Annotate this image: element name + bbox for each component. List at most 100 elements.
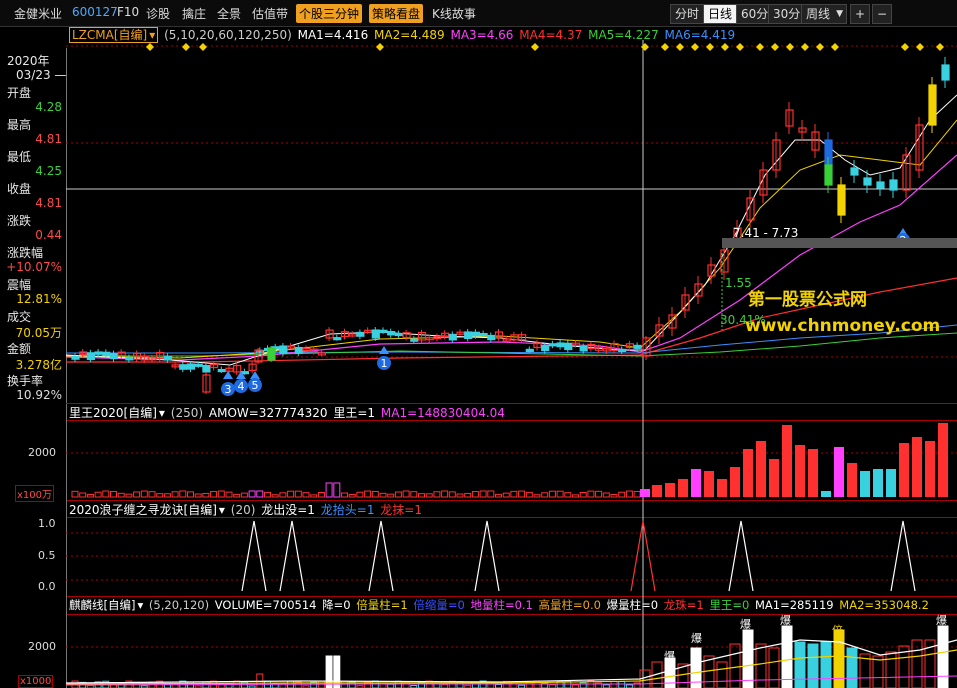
panel2-bar (402, 490, 410, 498)
panel4-bar (794, 641, 806, 688)
candle-body (824, 164, 833, 186)
panel2-bar (364, 490, 372, 498)
panel2-bar (602, 492, 610, 498)
panel2-bar (125, 493, 133, 498)
panel2-bar (333, 482, 341, 498)
candle-body (202, 364, 211, 373)
panel2-bar (317, 492, 325, 498)
panel2-bar (925, 441, 935, 497)
candlesticks (71, 57, 950, 394)
panel2-bar (394, 491, 402, 498)
panel2-bar (821, 491, 831, 497)
candle-body (633, 344, 642, 349)
candle-body (410, 338, 419, 342)
panel2-bar (187, 491, 194, 498)
panel4-bar (833, 629, 845, 688)
panel2-bar (456, 493, 464, 498)
candle-body (102, 351, 111, 357)
panel4-bar (441, 683, 449, 688)
panel2-bar (163, 493, 171, 498)
panel2-bar (356, 491, 364, 498)
panel4-bar (781, 625, 793, 688)
panel2-bar (886, 469, 896, 497)
panel2-bar (418, 493, 425, 498)
panel2-bar (341, 492, 348, 498)
panel2-bar (410, 491, 418, 498)
panel2-bar (148, 491, 156, 498)
panel2-bar (79, 492, 87, 498)
panel2-bar (912, 437, 922, 497)
panel2-bar (371, 490, 379, 498)
signal-marker-4[interactable]: 4 (234, 371, 248, 393)
candle-body (356, 331, 365, 337)
panel2-bar (633, 490, 641, 498)
panel2-bar (618, 491, 626, 498)
panel2-bar (487, 490, 495, 498)
panel2-bar (533, 494, 541, 498)
panel2-bar (225, 491, 233, 498)
chart-canvas[interactable]: 1 2 3 4 5 (0, 0, 957, 688)
candle-body (94, 351, 103, 355)
panel2-bar (847, 463, 857, 497)
panel2-bar (233, 493, 241, 498)
bao-tag: 爆 (936, 614, 947, 627)
panel4-bar (618, 680, 626, 688)
panel2-bar (240, 492, 248, 498)
panel4-bar (872, 655, 884, 688)
candle-body (86, 352, 96, 361)
panel2-bar (873, 469, 883, 497)
panel2-bar (860, 471, 870, 497)
candle-body (109, 352, 119, 360)
watermark-url: www.chnmoney.com (745, 316, 941, 336)
candle-body (579, 345, 588, 352)
panel2-bar (691, 469, 701, 497)
panel2-bar (938, 423, 948, 497)
panel2-bar (441, 490, 449, 498)
candle-body (487, 334, 496, 341)
panel4-bar (495, 684, 502, 688)
panel2-bar (665, 483, 675, 497)
panel4-bar (768, 647, 780, 688)
panel2-bar (94, 491, 102, 498)
panel2-bar (769, 459, 779, 497)
panel2-bar (556, 490, 564, 498)
panel2-bar (387, 493, 395, 498)
bao-tag: 爆 (740, 618, 751, 631)
candle-body (863, 177, 872, 186)
marker-label-5: 5 (252, 379, 259, 392)
panel4-bar (716, 661, 728, 688)
panel2-bar (171, 491, 179, 498)
panel4-bar (846, 647, 858, 688)
panel2-bar (448, 491, 456, 498)
marker-label-1: 1 (381, 357, 388, 370)
candle-body (387, 330, 396, 336)
panel2-bar (730, 467, 740, 497)
panel2-bar (782, 425, 792, 497)
panel4-bar (394, 680, 402, 688)
panel2-bar (678, 479, 688, 497)
panel2-bar (548, 490, 556, 498)
panel2-bar (248, 490, 256, 498)
panel2-bar (264, 491, 271, 498)
panel4-bar (885, 651, 897, 688)
panel2-bar (834, 447, 844, 497)
panel2-bar (202, 492, 210, 498)
marker-label-3: 3 (225, 383, 232, 396)
panel2-bar (717, 479, 727, 497)
bao-tag: 爆 (664, 650, 675, 663)
panel2-bar (279, 492, 287, 498)
signal-marker-3[interactable]: 3 (221, 371, 235, 396)
bei-tag: 倍 (832, 624, 843, 637)
panel2-bar (133, 491, 141, 498)
panel2-bar (595, 490, 603, 498)
signal-marker-5[interactable]: 5 (248, 371, 262, 392)
panel2-bar (652, 485, 662, 497)
candle-body (371, 329, 380, 339)
panel2-bar (471, 491, 479, 498)
candle-body (163, 355, 172, 361)
candle-body (186, 363, 196, 370)
panel2-bar (464, 492, 472, 498)
panel4-bar (610, 680, 618, 688)
panel2-bar (271, 494, 279, 498)
panel2-bar (564, 492, 572, 498)
